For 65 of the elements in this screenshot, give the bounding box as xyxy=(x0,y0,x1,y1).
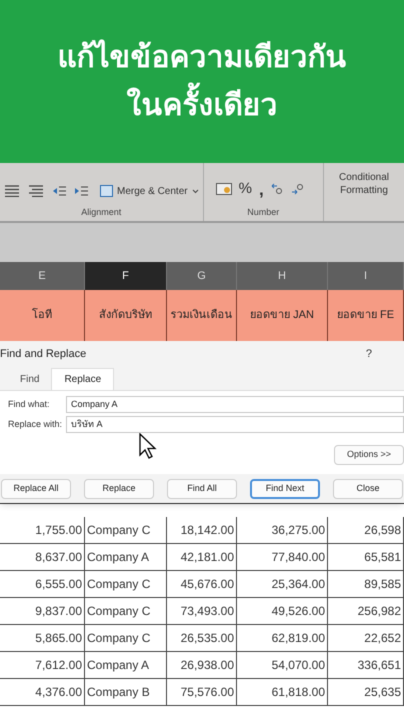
comma-style-button[interactable]: , xyxy=(258,180,264,198)
table-cell: Company B xyxy=(85,679,167,705)
table-cell: 61,818.00 xyxy=(237,679,328,705)
merge-icon xyxy=(100,185,113,197)
table-cell: 4,376.00 xyxy=(0,679,85,705)
table-cell: 26,535.00 xyxy=(167,625,237,651)
align-right-icon[interactable] xyxy=(28,185,44,197)
options-button[interactable]: Options >> xyxy=(334,445,404,465)
help-button[interactable]: ? xyxy=(366,346,372,362)
group-label: Alignment xyxy=(80,206,122,219)
table-cell: 77,840.00 xyxy=(237,544,328,570)
table-cell: 26,938.00 xyxy=(167,652,237,678)
field-label: Replace with: xyxy=(8,418,64,431)
field-label: Find what: xyxy=(8,398,51,411)
table-cell: Company A xyxy=(85,544,167,570)
increase-indent-icon[interactable] xyxy=(74,185,88,197)
input-field[interactable]: บริษัท A xyxy=(66,416,404,433)
dialog-button[interactable]: Close xyxy=(333,478,403,498)
dialog-title: Find and Replace xyxy=(0,346,86,362)
table-cell: 54,070.00 xyxy=(237,652,328,678)
table-cell: Company C xyxy=(85,571,167,597)
align-center-icon[interactable] xyxy=(4,185,20,197)
table-cell: 5,865.00 xyxy=(0,625,85,651)
table-cell: 45,676.00 xyxy=(167,571,237,597)
conditional-formatting-button[interactable]: Conditional Formatting xyxy=(332,171,396,197)
table-cell: 9,837.00 xyxy=(0,598,85,624)
dialog-tab[interactable]: Find xyxy=(8,368,52,390)
table-cell: 49,526.00 xyxy=(237,598,328,624)
dialog-tab[interactable]: Replace xyxy=(51,368,114,390)
table-cell: Company C xyxy=(85,517,167,543)
table-cell: 36,275.00 xyxy=(237,517,328,543)
column-header[interactable]: F xyxy=(85,262,167,290)
table-cell: 336,651 xyxy=(328,652,404,678)
group-label: Number xyxy=(246,206,280,218)
input-field[interactable]: Company A xyxy=(66,396,404,413)
table-cell: 7,612.00 xyxy=(0,652,85,678)
table-cell: 42,181.00 xyxy=(167,544,237,570)
table-cell: 26,598 xyxy=(328,517,404,543)
table-cell: 89,585 xyxy=(328,571,404,597)
table-cell: 256,982 xyxy=(328,598,404,624)
dialog-button[interactable]: Find All xyxy=(167,478,237,498)
table-cell: 18,142.00 xyxy=(167,517,237,543)
table-cell: Company C xyxy=(85,598,167,624)
table-cell: 65,581 xyxy=(328,544,404,570)
dialog-button[interactable]: Find Next xyxy=(250,478,320,498)
table-cell: 73,493.00 xyxy=(167,598,237,624)
decrease-indent-icon[interactable] xyxy=(52,185,66,197)
table-cell: 25,635 xyxy=(328,679,404,705)
table-cell: Company A xyxy=(85,652,167,678)
merge-center-button[interactable]: Merge & Center xyxy=(100,184,199,198)
table-cell: Company C xyxy=(85,625,167,651)
mouse-cursor-icon xyxy=(139,433,157,459)
table-cell: 22,652 xyxy=(328,625,404,651)
banner-title: แก้ไขข้อความเดียวกัน xyxy=(58,38,346,76)
dialog-button[interactable]: Replace All xyxy=(1,478,71,498)
table-cell: 62,819.00 xyxy=(237,625,328,651)
table-cell: 1,755.00 xyxy=(0,517,85,543)
table-cell: 75,576.00 xyxy=(167,679,237,705)
banner-title: ในครั้งเดียว xyxy=(126,84,278,128)
percent-style-button[interactable]: % xyxy=(238,178,252,200)
table-cell: 8,637.00 xyxy=(0,544,85,570)
table-cell: 6,555.00 xyxy=(0,571,85,597)
table-cell: 25,364.00 xyxy=(237,571,328,597)
caret-icon xyxy=(192,188,199,194)
dialog-button[interactable]: Replace xyxy=(84,478,154,498)
